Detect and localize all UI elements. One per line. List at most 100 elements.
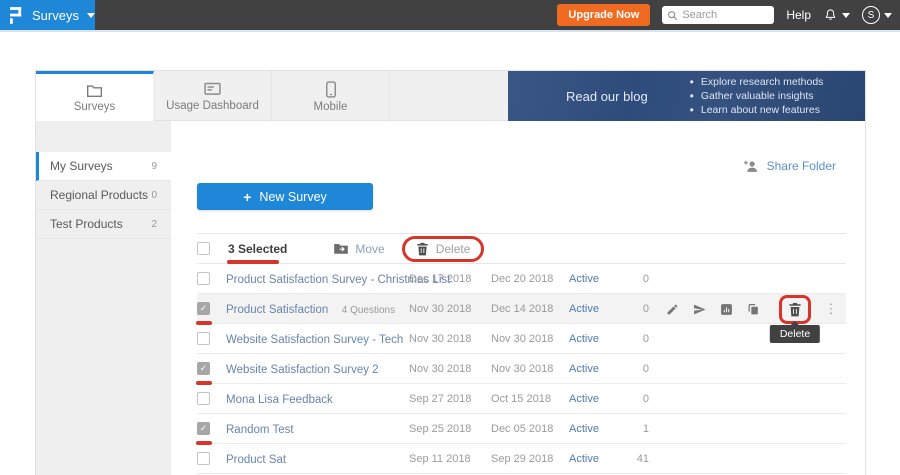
chevron-down-icon: [87, 13, 95, 18]
folder-label: My Surveys: [50, 159, 113, 173]
survey-row[interactable]: ✓ Product Satisfaction 4 Questions Nov 3…: [197, 294, 846, 324]
folders-sidebar: My Surveys 9 Regional Products 0 Test Pr…: [36, 121, 171, 475]
trash-icon: [416, 242, 429, 256]
avatar: S: [862, 6, 880, 24]
dashboard-icon: [204, 82, 221, 97]
tab-label: Mobile: [314, 101, 348, 113]
delete-tooltip: Delete: [770, 325, 820, 343]
status-link[interactable]: Active: [569, 363, 619, 375]
end-date: Oct 15 2018: [491, 393, 569, 405]
row-checkbox[interactable]: [197, 392, 210, 405]
response-count: 0: [619, 303, 649, 315]
banner-bullet: Gather valuable insights: [690, 89, 824, 103]
status-link[interactable]: Active: [569, 393, 619, 405]
response-count: 41: [619, 453, 649, 465]
blog-banner[interactable]: Read our blog Explore research methods G…: [508, 71, 865, 121]
survey-name-link[interactable]: Website Satisfaction Survey - Tech: [226, 334, 403, 346]
start-date: Nov 30 2018: [409, 303, 491, 315]
response-count: 0: [619, 363, 649, 375]
survey-name-cell: Product Sat: [226, 450, 409, 468]
row-checkbox[interactable]: [197, 332, 210, 345]
survey-name-cell: Product Satisfaction Survey - Christmas …: [226, 270, 409, 288]
end-date: Nov 30 2018: [491, 333, 569, 345]
end-date: Dec 20 2018: [491, 273, 569, 285]
banner-bullet: Explore research methods: [690, 75, 824, 89]
top-bar: Surveys Upgrade Now Help S: [0, 0, 900, 30]
search-icon: [667, 10, 678, 21]
survey-row[interactable]: ✓ Website Satisfaction Survey 2 Nov 30 2…: [197, 354, 846, 384]
tab-usage-dashboard[interactable]: Usage Dashboard: [154, 71, 272, 121]
row-checkbox[interactable]: [197, 452, 210, 465]
row-checkbox[interactable]: ✓: [197, 422, 210, 435]
tab-surveys[interactable]: Surveys: [36, 71, 154, 122]
account-menu[interactable]: S: [862, 6, 892, 24]
plus-icon: +: [243, 189, 251, 205]
end-date: Dec 05 2018: [491, 423, 569, 435]
status-link[interactable]: Active: [569, 303, 619, 315]
search-input[interactable]: [682, 9, 769, 21]
move-button[interactable]: Move: [333, 242, 384, 256]
copy-icon[interactable]: [746, 303, 760, 316]
survey-name-link[interactable]: Random Test: [226, 424, 294, 436]
notifications-menu[interactable]: [823, 8, 850, 23]
end-date: Nov 30 2018: [491, 363, 569, 375]
survey-name-link[interactable]: Mona Lisa Feedback: [226, 394, 333, 406]
survey-name-cell: Random Test: [226, 420, 409, 438]
mobile-icon: [325, 81, 337, 98]
edit-pencil-icon[interactable]: [665, 303, 679, 316]
survey-row[interactable]: Mona Lisa Feedback Sep 27 2018 Oct 15 20…: [197, 384, 846, 414]
tab-mobile[interactable]: Mobile: [272, 71, 390, 121]
product-label: Surveys: [32, 8, 79, 23]
sidebar-item-test-products[interactable]: Test Products 2: [36, 210, 171, 239]
survey-list-panel: Share Folder + New Survey 3 Selected Mov…: [171, 121, 865, 475]
move-folder-icon: [333, 242, 349, 255]
folder-count: 2: [151, 219, 157, 230]
row-checkbox[interactable]: ✓: [197, 302, 210, 315]
delete-icon[interactable]: Delete: [779, 295, 811, 324]
product-menu[interactable]: Surveys: [0, 0, 95, 30]
banner-bullet-list: Explore research methods Gather valuable…: [690, 75, 824, 117]
bell-icon: [823, 8, 838, 23]
sidebar-item-my-surveys[interactable]: My Surveys 9: [36, 152, 171, 181]
delete-label: Delete: [436, 242, 471, 256]
toolbar-delete-button[interactable]: Delete: [402, 236, 485, 262]
selected-count-label: 3 Selected: [228, 242, 287, 256]
end-date: Sep 29 2018: [491, 453, 569, 465]
survey-name-link[interactable]: Website Satisfaction Survey 2: [226, 364, 379, 376]
search-box[interactable]: [662, 6, 774, 24]
sidebar-item-regional-products[interactable]: Regional Products 0: [36, 181, 171, 210]
tab-strip-filler: [390, 71, 508, 120]
chevron-down-icon: [842, 13, 850, 18]
more-dots-icon[interactable]: ⋮: [824, 301, 838, 317]
start-date: Nov 30 2018: [409, 333, 491, 345]
header-accent-line: [0, 30, 900, 32]
selection-toolbar: 3 Selected Move Delete: [197, 233, 846, 264]
response-count: 1: [619, 423, 649, 435]
start-date: Sep 27 2018: [409, 393, 491, 405]
survey-name-link[interactable]: Product Sat: [226, 454, 286, 466]
share-folder-button[interactable]: Share Folder: [743, 159, 836, 173]
row-checkbox[interactable]: [197, 272, 210, 285]
brand-logo-icon: [10, 7, 23, 24]
help-link[interactable]: Help: [786, 8, 811, 22]
survey-row[interactable]: ✓ Random Test Sep 25 2018 Dec 05 2018 Ac…: [197, 414, 846, 444]
survey-name-cell: Website Satisfaction Survey - Tech: [226, 330, 409, 348]
status-link[interactable]: Active: [569, 333, 619, 345]
survey-row[interactable]: Product Sat Sep 11 2018 Sep 29 2018 Acti…: [197, 444, 846, 474]
status-link[interactable]: Active: [569, 423, 619, 435]
row-checkbox[interactable]: ✓: [197, 362, 210, 375]
status-link[interactable]: Active: [569, 453, 619, 465]
survey-rows: Product Satisfaction Survey - Christmas …: [197, 264, 846, 474]
share-folder-label: Share Folder: [767, 159, 836, 173]
status-link[interactable]: Active: [569, 273, 619, 285]
response-count: 0: [619, 393, 649, 405]
survey-name-cell: Mona Lisa Feedback: [226, 390, 409, 408]
report-chart-icon[interactable]: [719, 303, 733, 316]
survey-row[interactable]: Product Satisfaction Survey - Christmas …: [197, 264, 846, 294]
new-survey-button[interactable]: + New Survey: [197, 183, 373, 210]
select-all-checkbox[interactable]: [197, 242, 210, 255]
send-plane-icon[interactable]: [692, 303, 706, 316]
survey-row[interactable]: Website Satisfaction Survey - Tech Nov 3…: [197, 324, 846, 354]
upgrade-now-button[interactable]: Upgrade Now: [557, 4, 650, 26]
survey-name-link[interactable]: Product Satisfaction: [226, 304, 328, 316]
